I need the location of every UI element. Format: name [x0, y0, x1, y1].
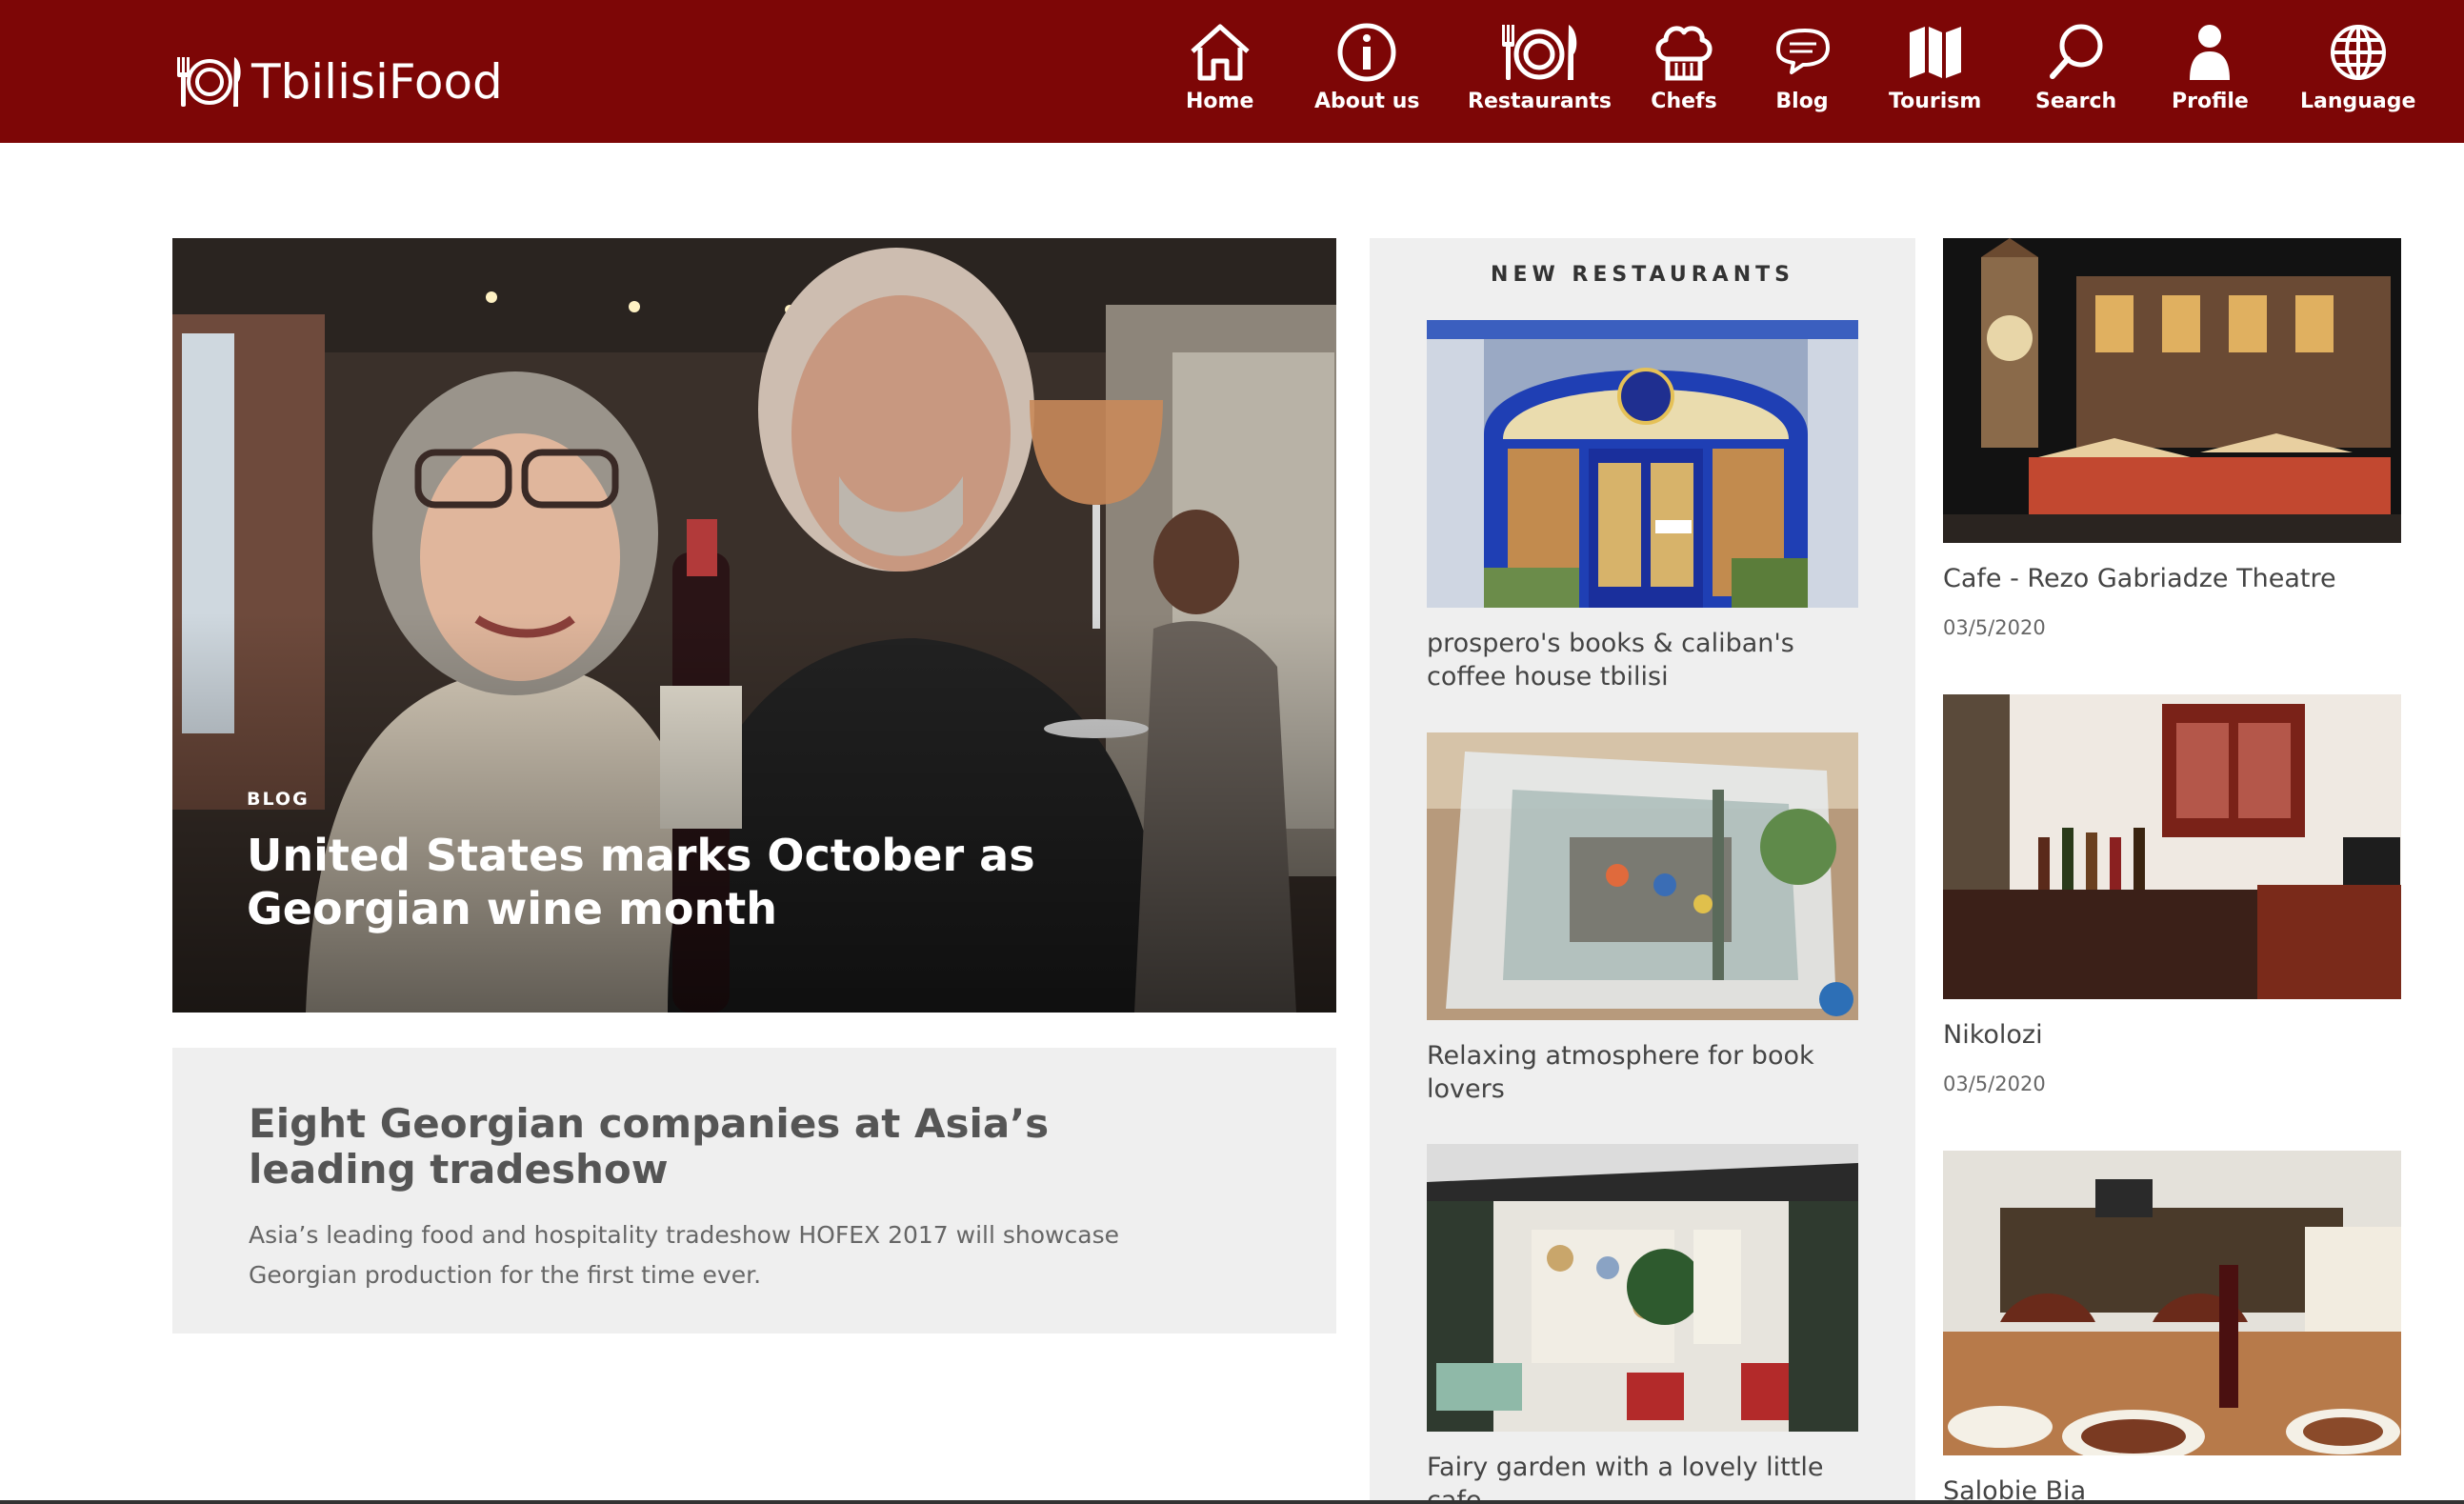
new-restaurant-name[interactable]: Relaxing atmosphere for book lovers	[1427, 1039, 1858, 1106]
nav-language[interactable]: Language	[2300, 21, 2415, 116]
nav-profile-label: Profile	[2172, 90, 2249, 113]
restaurant-thumbnail	[1427, 320, 1858, 608]
plate-cutlery-icon	[1502, 25, 1577, 80]
site-logo[interactable]: TbilisiFood	[171, 51, 503, 112]
info-icon	[1337, 23, 1396, 82]
featured-restaurant-item[interactable]: Salobie Bia	[1943, 1151, 2401, 1504]
restaurant-thumbnail	[1427, 732, 1858, 1020]
restaurant-thumbnail	[1943, 1151, 2401, 1455]
nav-blog[interactable]: Blog	[1769, 21, 1835, 116]
article-card[interactable]: Eight Georgian companies at Asia’s leadi…	[172, 1048, 1336, 1334]
logo-text: TbilisiFood	[251, 54, 503, 110]
nav-home[interactable]: Home	[1186, 21, 1253, 116]
nav-about-us[interactable]: About us	[1314, 21, 1419, 116]
article-excerpt: Asia’s leading food and hospitality trad…	[249, 1221, 1119, 1289]
nav-restaurants-label: Restaurants	[1468, 90, 1612, 113]
nav-about-label: About us	[1314, 90, 1420, 113]
nav-search-label: Search	[2035, 90, 2117, 113]
nav-language-label: Language	[2300, 90, 2416, 113]
restaurant-thumbnail	[1427, 1144, 1858, 1432]
featured-restaurant-date: 03/5/2020	[1943, 616, 2046, 639]
plate-cutlery-logo-icon	[177, 57, 241, 107]
hero-category-label[interactable]: BLOG	[247, 789, 310, 810]
globe-icon	[2330, 25, 2386, 80]
hero-gradient	[172, 612, 1336, 1013]
featured-restaurant-item[interactable]: Nikolozi 03/5/2020	[1943, 694, 2401, 1095]
chat-bubbles-icon	[1776, 29, 1830, 74]
new-restaurant-item[interactable]: Fairy garden with a lovely little cafe	[1427, 1144, 1858, 1504]
featured-restaurant-name[interactable]: Nikolozi	[1943, 1020, 2401, 1050]
nav-home-label: Home	[1186, 90, 1254, 113]
home-icon	[1191, 24, 1250, 81]
page-bottom-divider	[0, 1500, 2464, 1504]
new-restaurant-name[interactable]: Fairy garden with a lovely little cafe	[1427, 1451, 1858, 1504]
new-restaurants-panel: NEW RESTAURANTS prospero's books & calib…	[1370, 238, 1915, 1504]
nav-blog-label: Blog	[1775, 90, 1829, 113]
chef-hat-icon	[1655, 26, 1713, 81]
featured-restaurant-date: 03/5/2020	[1943, 1073, 2046, 1095]
new-restaurant-item[interactable]: Relaxing atmosphere for book lovers	[1427, 732, 1858, 1106]
nav-chefs[interactable]: Chefs	[1651, 21, 1717, 116]
nav-search[interactable]: Search	[2035, 21, 2116, 116]
new-restaurant-name[interactable]: prospero's books & caliban's coffee hous…	[1427, 627, 1858, 693]
article-title[interactable]: Eight Georgian companies at Asia’s leadi…	[249, 1101, 1201, 1193]
hero-article[interactable]: BLOG United States marks October as Geor…	[172, 238, 1336, 1013]
hero-title[interactable]: United States marks October as Georgian …	[247, 829, 1256, 935]
search-icon	[2049, 24, 2103, 79]
featured-restaurant-name[interactable]: Cafe - Rezo Gabriadze Theatre	[1943, 564, 2401, 593]
restaurant-thumbnail	[1943, 694, 2401, 999]
site-header: TbilisiFood Home About us Restaurants Ch…	[0, 0, 2464, 143]
restaurant-thumbnail	[1943, 238, 2401, 543]
nav-restaurants[interactable]: Restaurants	[1468, 21, 1612, 116]
featured-restaurant-item[interactable]: Cafe - Rezo Gabriadze Theatre 03/5/2020	[1943, 238, 2401, 639]
new-restaurant-item[interactable]: prospero's books & caliban's coffee hous…	[1427, 320, 1858, 693]
map-icon	[1909, 27, 1961, 78]
user-icon	[2190, 25, 2231, 80]
new-restaurants-heading: NEW RESTAURANTS	[1491, 263, 1794, 287]
nav-tourism[interactable]: Tourism	[1889, 21, 1981, 116]
nav-profile[interactable]: Profile	[2172, 21, 2249, 116]
nav-tourism-label: Tourism	[1889, 90, 1982, 113]
nav-chefs-label: Chefs	[1651, 90, 1717, 113]
